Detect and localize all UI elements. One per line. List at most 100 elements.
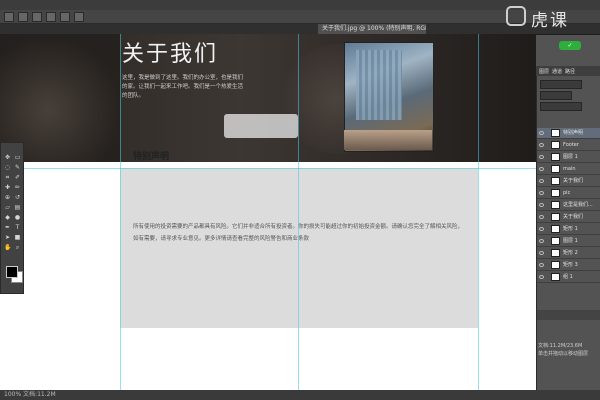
lasso-tool-icon[interactable]: ◌ — [4, 165, 11, 171]
layer-name: 关于我们 — [563, 214, 584, 220]
layer-name: Footer — [563, 142, 579, 148]
align-right-button[interactable] — [60, 11, 70, 22]
layer-row[interactable]: 特别声明 — [537, 128, 600, 139]
move-tool-option[interactable] — [4, 11, 14, 22]
blend-mode-select[interactable] — [540, 91, 572, 100]
building-floor — [344, 130, 432, 150]
eyedropper-tool-icon[interactable]: ✐ — [14, 175, 21, 181]
visibility-eye-icon[interactable] — [539, 275, 544, 279]
document-canvas[interactable]: 关于我们 这里，我是做到了这里。我们的办公室，也是我们的家。让我们一起来工作吧。… — [0, 34, 536, 390]
layer-row[interactable]: main — [537, 164, 600, 175]
opacity-field[interactable] — [540, 102, 582, 111]
layer-row[interactable]: 这里是我们... — [537, 200, 600, 211]
marquee-tool-icon[interactable]: ▭ — [14, 155, 21, 161]
visibility-eye-icon[interactable] — [539, 191, 544, 195]
brand-text: 虎课 — [531, 11, 569, 31]
visibility-eye-icon[interactable] — [539, 239, 544, 243]
align-left-button[interactable] — [32, 11, 42, 22]
layer-thumbnail — [551, 141, 560, 149]
guide-line-horizontal[interactable] — [0, 168, 536, 169]
visibility-eye-icon[interactable] — [539, 143, 544, 147]
layer-row[interactable]: 关于我们 — [537, 176, 600, 187]
layer-filter-select[interactable] — [540, 80, 582, 89]
document-tab[interactable]: 关于我们.jpg @ 100% (特别声明, RGB/8#) — [318, 24, 426, 34]
move-tool-icon[interactable]: ✥ — [4, 155, 11, 161]
layer-name: 图层 1 — [563, 154, 578, 160]
status-bar: 100% 文档:11.2M — [0, 390, 600, 400]
layer-name: 图层 1 — [563, 238, 578, 244]
heal-tool-icon[interactable]: ✚ — [4, 185, 11, 191]
layer-row[interactable]: pic — [537, 188, 600, 199]
auto-select-checkbox[interactable] — [18, 11, 28, 22]
panel-info-line: 文档:11.2M/23.6M — [538, 343, 583, 349]
cloud-status-badge[interactable]: ✓ — [559, 41, 581, 50]
layer-row[interactable]: 组 1 — [537, 272, 600, 283]
tab-channels[interactable]: 通道 — [552, 68, 562, 75]
hand-tool-icon[interactable]: ✋ — [4, 245, 11, 251]
guide-line-vertical[interactable] — [478, 34, 479, 390]
type-tool-icon[interactable]: T — [14, 225, 21, 231]
layer-row[interactable]: 图层 1 — [537, 152, 600, 163]
layer-thumbnail — [551, 189, 560, 197]
brand-logo-icon — [506, 6, 526, 26]
layer-thumbnail — [551, 273, 560, 281]
shape-tool-icon[interactable]: ■ — [14, 235, 21, 241]
visibility-eye-icon[interactable] — [539, 179, 544, 183]
layer-name: 特别声明 — [563, 130, 584, 136]
panel-info: 文档:11.2M/23.6M 单击并拖动以移动图层 — [538, 342, 600, 358]
panel-info-line: 单击并拖动以移动图层 — [538, 351, 589, 357]
notice-box — [120, 168, 478, 328]
visibility-eye-icon[interactable] — [539, 263, 544, 267]
layer-thumbnail — [551, 201, 560, 209]
layer-row[interactable]: 矩形 3 — [537, 260, 600, 271]
eraser-tool-icon[interactable]: ▱ — [4, 205, 11, 211]
layer-name: 矩形 2 — [563, 250, 578, 256]
layer-name: pic — [563, 190, 571, 196]
notice-title: 特别声明 — [133, 152, 170, 162]
layer-name: 矩形 1 — [563, 226, 578, 232]
layers-panel-footer — [537, 310, 600, 320]
history-brush-icon[interactable]: ↺ — [14, 195, 21, 201]
guide-line-vertical[interactable] — [120, 34, 121, 390]
layer-thumbnail — [551, 165, 560, 173]
layer-row[interactable]: 关于我们 — [537, 212, 600, 223]
pen-tool-icon[interactable]: ✒ — [4, 225, 11, 231]
guide-line-vertical[interactable] — [298, 34, 299, 390]
visibility-eye-icon[interactable] — [539, 203, 544, 207]
layer-name: 这里是我们... — [563, 202, 593, 208]
layer-thumbnail — [551, 237, 560, 245]
visibility-eye-icon[interactable] — [539, 227, 544, 231]
tab-paths[interactable]: 路径 — [565, 68, 575, 75]
visibility-eye-icon[interactable] — [539, 131, 544, 135]
quick-select-tool-icon[interactable]: ✎ — [14, 165, 21, 171]
visibility-eye-icon[interactable] — [539, 167, 544, 171]
layer-thumbnail — [551, 213, 560, 221]
visibility-eye-icon[interactable] — [539, 155, 544, 159]
path-select-icon[interactable]: ➤ — [4, 235, 11, 241]
layer-thumbnail — [551, 153, 560, 161]
crop-tool-icon[interactable]: ⌗ — [4, 175, 11, 181]
layer-row[interactable]: 矩形 1 — [537, 224, 600, 235]
layers-panel-tabs: 图层 通道 路径 — [536, 66, 600, 76]
layer-thumbnail — [551, 261, 560, 269]
brush-tool-icon[interactable]: ✏ — [14, 185, 21, 191]
layer-name: 矩形 3 — [563, 262, 578, 268]
layer-thumbnail — [551, 129, 560, 137]
distribute-button[interactable] — [74, 11, 84, 22]
zoom-tool-icon[interactable]: ⌕ — [14, 245, 21, 251]
stamp-tool-icon[interactable]: ⊕ — [4, 195, 11, 201]
gradient-tool-icon[interactable]: ▤ — [14, 205, 21, 211]
layer-thumbnail — [551, 249, 560, 257]
dodge-tool-icon[interactable]: ● — [14, 215, 21, 221]
layer-thumbnail — [551, 225, 560, 233]
layer-row[interactable]: Footer — [537, 140, 600, 151]
hero-title: 关于我们 — [122, 42, 219, 67]
blur-tool-icon[interactable]: ◆ — [4, 215, 11, 221]
visibility-eye-icon[interactable] — [539, 251, 544, 255]
layer-row[interactable]: 矩形 2 — [537, 248, 600, 259]
align-center-button[interactable] — [46, 11, 56, 22]
visibility-eye-icon[interactable] — [539, 215, 544, 219]
layer-row[interactable]: 图层 1 — [537, 236, 600, 247]
tab-layers[interactable]: 图层 — [539, 68, 549, 75]
foreground-color-swatch[interactable] — [6, 266, 18, 278]
